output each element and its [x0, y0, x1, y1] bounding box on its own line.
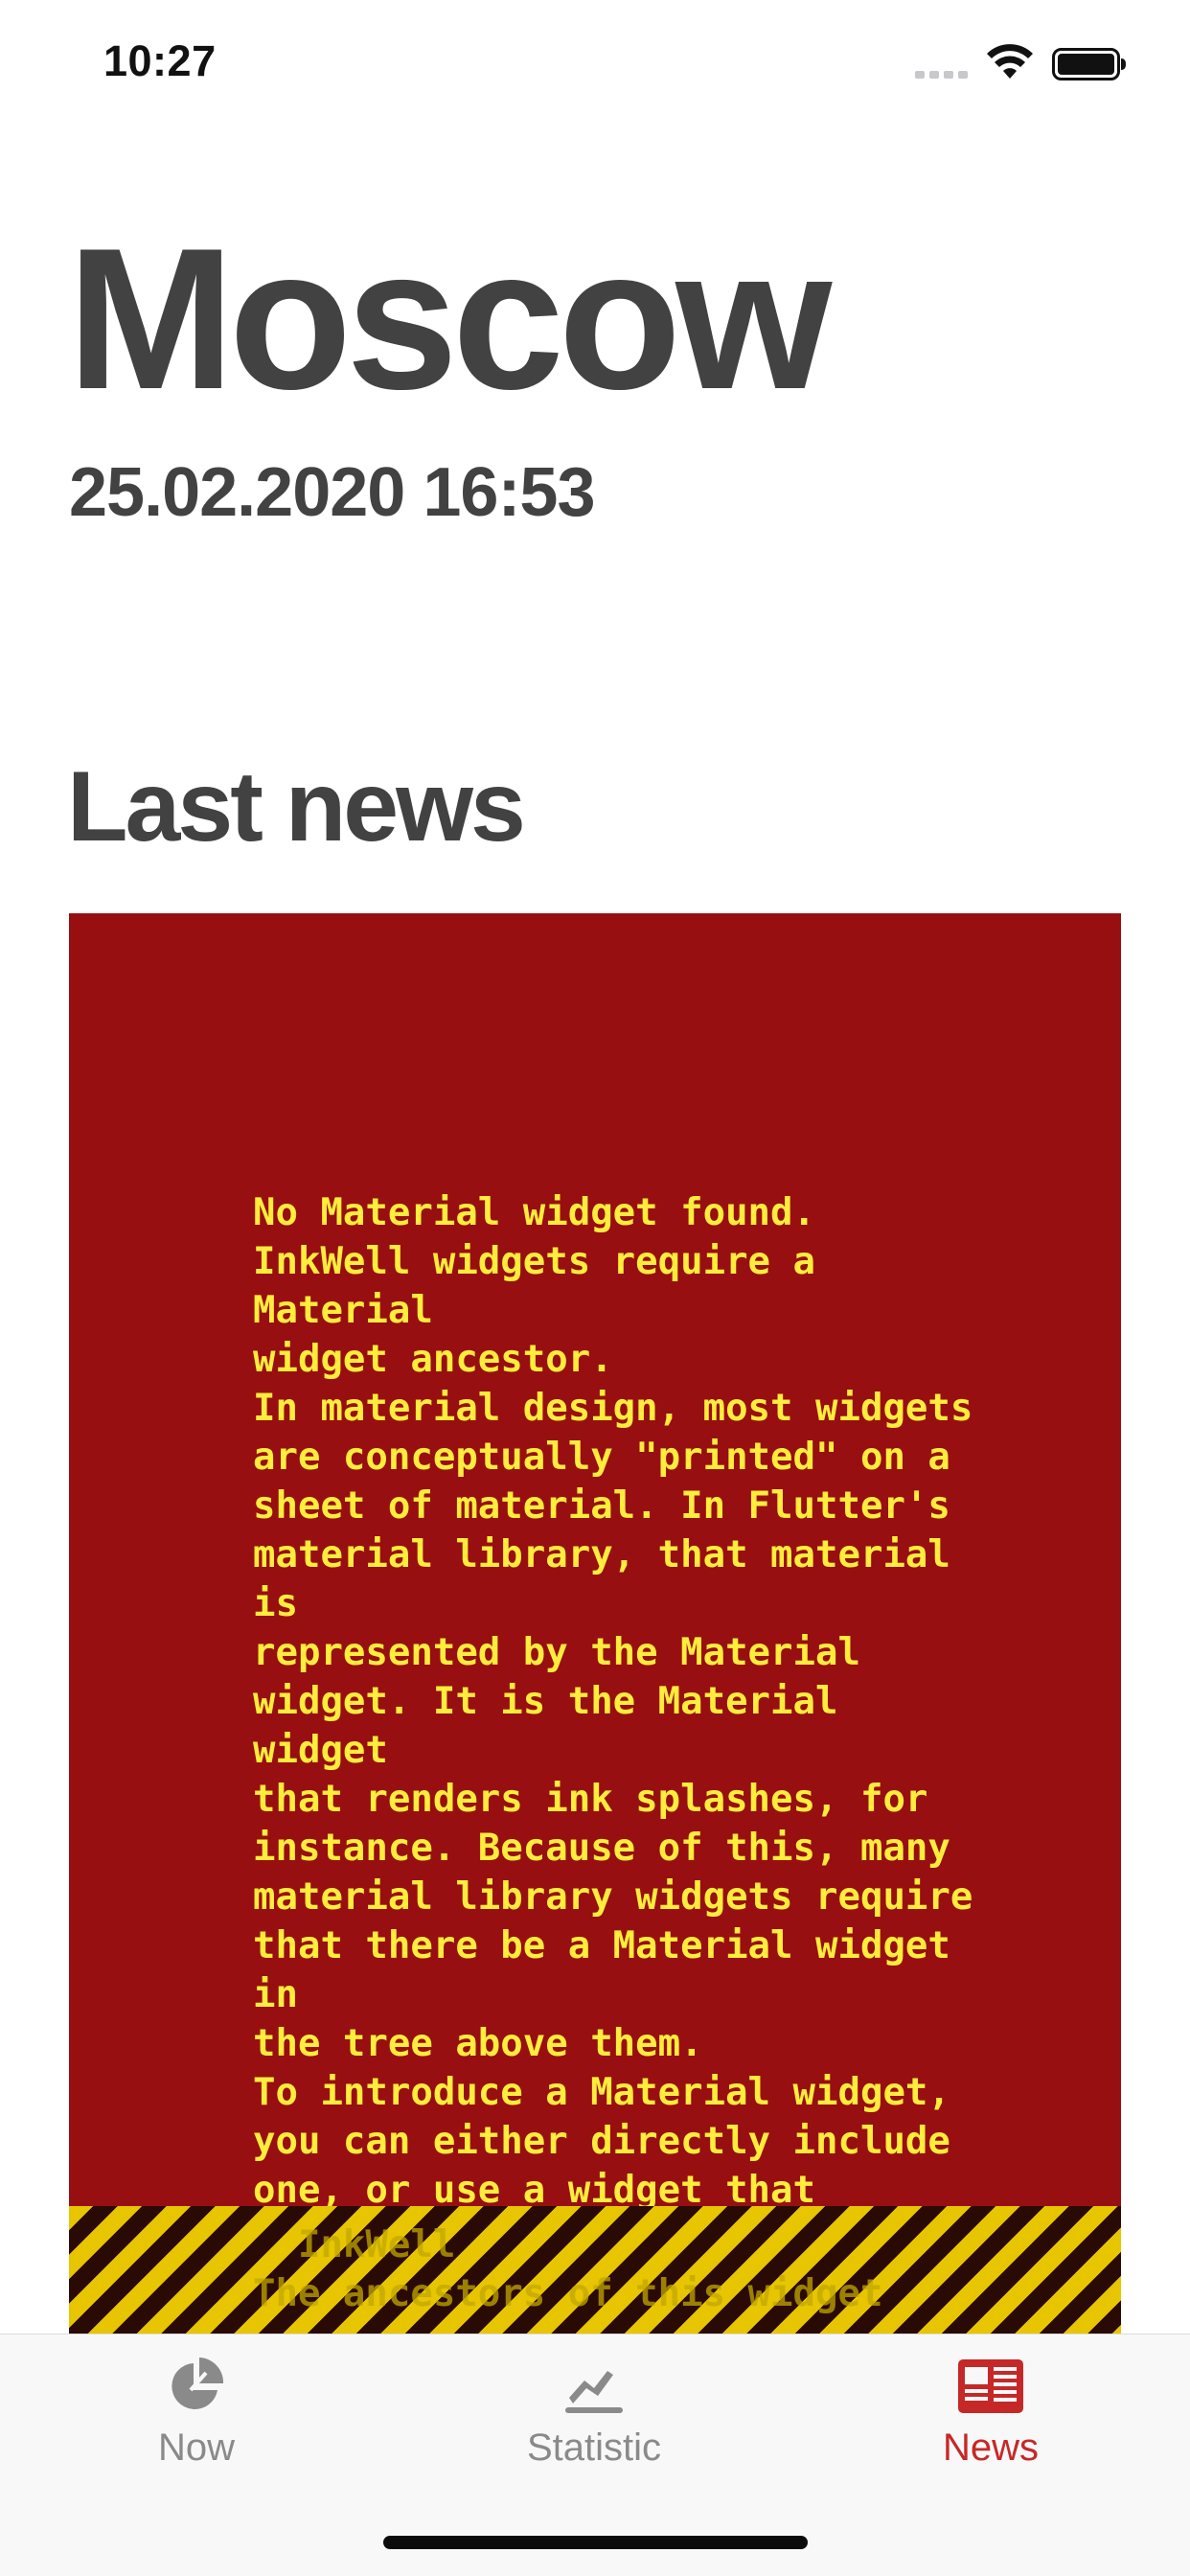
trend-line-icon	[565, 2371, 623, 2413]
city-title: Moscow	[67, 206, 832, 431]
tab-statistic-label: Statistic	[526, 2426, 662, 2469]
tab-now-label: Now	[157, 2426, 236, 2469]
error-overflow-text: InkWell The ancestors of this widget wer…	[253, 2223, 883, 2334]
section-title: Last news	[67, 751, 526, 862]
tab-news-label: News	[942, 2426, 1040, 2469]
app-screen: 10:27 Moscow 25.02.2020 16:53 Last news …	[0, 0, 1190, 2576]
error-widget: No Material widget found. InkWell widget…	[69, 913, 1121, 2334]
status-time: 10:27	[103, 36, 217, 85]
tab-now[interactable]: Now	[53, 2352, 340, 2470]
pie-chart-icon	[172, 2358, 224, 2409]
error-message: No Material widget found. InkWell widget…	[253, 1191, 973, 2334]
tab-statistic[interactable]: Statistic	[450, 2352, 738, 2470]
cellular-signal-icon	[915, 71, 968, 79]
tab-news[interactable]: News	[847, 2352, 1134, 2470]
newspaper-icon	[958, 2359, 1023, 2413]
updated-datetime: 25.02.2020 16:53	[69, 454, 596, 531]
home-indicator[interactable]	[383, 2536, 808, 2549]
battery-icon	[1052, 48, 1126, 80]
wifi-icon	[987, 44, 1033, 79]
